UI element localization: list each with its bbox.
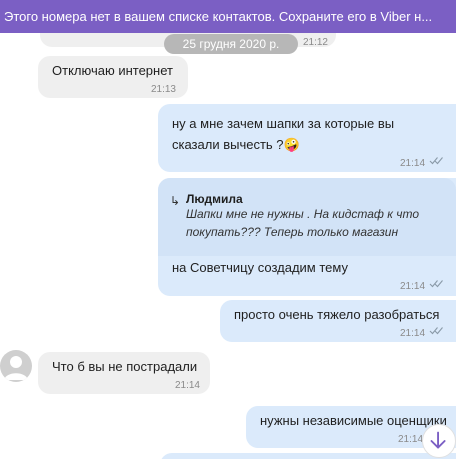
message-time: 21:14 (400, 281, 426, 292)
person-icon (4, 356, 28, 380)
quote-text: Шапки мне не нужны . На кидстаф к что по… (186, 207, 420, 239)
message-bubble-incoming[interactable]: Что б вы не пострадали 21:14 (38, 352, 210, 394)
message-time: 21:14 (398, 434, 424, 445)
message-time: 21:14 (400, 328, 426, 339)
message-bubble-incoming[interactable]: Отключаю интернет 21:13 (38, 56, 188, 98)
message-text-line-2: сказали вычесть ? (172, 137, 284, 152)
chat-area: Этого номера нет в вашем списке контакто… (0, 0, 456, 459)
message-bubble-outgoing[interactable]: ну а мне зачем шапки за которые вы сказа… (158, 104, 456, 172)
message-text: нужны независимые оценщики (260, 413, 447, 428)
message-text: на Советчицу создадим тему (172, 260, 348, 275)
message-time: 21:14 (174, 380, 200, 391)
message-bubble-outgoing[interactable]: просто очень тяжело разобраться 21:14 (220, 300, 456, 342)
message-text-line: сказали вычесть ?🤪 (172, 135, 300, 155)
avatar[interactable] (0, 350, 32, 382)
message-text: Что б вы не пострадали (52, 359, 198, 374)
unknown-contact-banner[interactable]: Этого номера нет в вашем списке контакто… (0, 0, 456, 33)
scroll-to-bottom-button[interactable] (422, 424, 456, 458)
message-bubble-outgoing[interactable] (160, 453, 456, 459)
message-text: просто очень тяжело разобраться (234, 307, 440, 322)
message-time: 21:14 (400, 158, 426, 169)
quoted-message[interactable]: ↳ Людмила Шапки мне не нужны . На кидста… (158, 178, 456, 256)
double-check-icon (429, 280, 443, 288)
message-text: Отключаю интернет (52, 63, 173, 78)
double-check-icon (429, 157, 443, 165)
emoji-icon: 🤪 (283, 137, 300, 152)
message-time: 21:13 (150, 84, 176, 95)
message-bubble-reply[interactable]: ↳ Людмила Шапки мне не нужны . На кидста… (158, 178, 456, 296)
message-text-line: ну а мне зачем шапки за которые вы (172, 116, 395, 131)
date-separator: 25 грудня 2020 р. (164, 34, 298, 54)
message-time: 21:12 (302, 37, 328, 48)
double-check-icon (429, 327, 443, 335)
arrow-down-icon (430, 431, 446, 449)
reply-arrow-icon: ↳ (170, 194, 181, 208)
